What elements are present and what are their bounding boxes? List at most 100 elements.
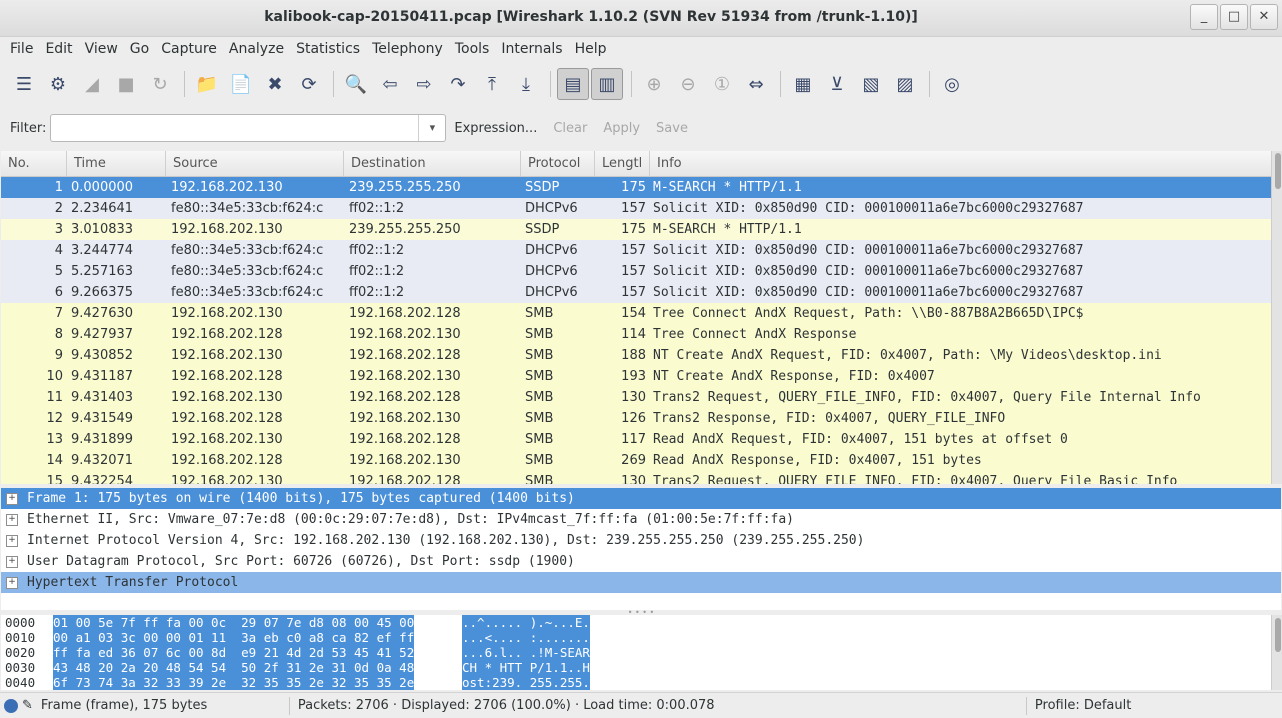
cell-info: Trans2 Response, FID: 0x4007, QUERY_FILE… xyxy=(653,411,1006,426)
table-row[interactable]: 9 9.430852 192.168.202.130 192.168.202.128 S… xyxy=(1,345,1271,366)
zoom-in-icon[interactable]: ⊕ xyxy=(638,68,670,100)
packet-list-scrollbar[interactable] xyxy=(1271,151,1282,484)
expand-icon[interactable]: + xyxy=(6,555,18,568)
menu-view[interactable]: View xyxy=(79,41,124,57)
stop-capture-icon[interactable]: ■ xyxy=(110,68,142,100)
save-button[interactable]: Save xyxy=(656,121,688,136)
colorize-icon[interactable]: ▤ xyxy=(557,68,589,100)
table-row[interactable]: 13 9.431899 192.168.202.130 192.168.202.128… xyxy=(1,429,1271,450)
expand-icon[interactable]: + xyxy=(6,513,18,526)
menu-analyze[interactable]: Analyze xyxy=(223,41,290,57)
reload-icon[interactable]: ⟳ xyxy=(293,68,325,100)
chevron-down-icon[interactable]: ▾ xyxy=(418,115,445,141)
column-length[interactable]: Lengtl xyxy=(595,151,650,176)
tree-item[interactable]: + User Datagram Protocol, Src Port: 60726… xyxy=(1,551,1281,572)
column-info[interactable]: Info xyxy=(650,151,1271,176)
table-row[interactable]: 15 9.432254 192.168.202.130 192.168.202.128… xyxy=(1,471,1271,484)
tree-item[interactable]: + Internet Protocol Version 4, Src: 192.1… xyxy=(1,530,1281,551)
interfaces-icon[interactable]: ☰ xyxy=(8,68,40,100)
scrollbar-thumb[interactable] xyxy=(1275,153,1281,189)
hex-scrollbar[interactable] xyxy=(1271,615,1282,690)
hex-row[interactable]: 0020 ff fa ed 36 07 6c 00 8d e9 21 4d 2d … xyxy=(1,645,1271,660)
go-back-icon[interactable]: ⇦ xyxy=(374,68,406,100)
hex-row[interactable]: 0040 6f 73 74 3a 32 33 39 2e 32 35 35 2e … xyxy=(1,675,1271,690)
close-button[interactable]: ✕ xyxy=(1250,4,1278,30)
menu-go[interactable]: Go xyxy=(124,41,155,57)
cell-protocol: DHCPv6 xyxy=(525,285,578,300)
menu-telephony[interactable]: Telephony xyxy=(366,41,449,57)
table-row[interactable]: 2 2.234641 fe80::34e5:33cb:f624:c ff02::1:2… xyxy=(1,198,1271,219)
column-time[interactable]: Time xyxy=(67,151,166,176)
cell-length: 157 xyxy=(621,201,646,216)
scrollbar-thumb[interactable] xyxy=(1275,618,1281,652)
menu-capture[interactable]: Capture xyxy=(155,41,223,57)
column-no[interactable]: No. xyxy=(1,151,67,176)
table-row[interactable]: 10 9.431187 192.168.202.128 192.168.202.130… xyxy=(1,366,1271,387)
cell-info: Trans2 Request, QUERY_FILE_INFO, FID: 0x… xyxy=(653,390,1201,405)
capture-options-icon[interactable]: ⚙ xyxy=(42,68,74,100)
expand-icon[interactable]: + xyxy=(6,534,18,547)
table-row[interactable]: 5 5.257163 fe80::34e5:33cb:f624:c ff02::1:2… xyxy=(1,261,1271,282)
save-file-icon[interactable]: 📄 xyxy=(225,68,257,100)
hex-row[interactable]: 0000 01 00 5e 7f ff fa 00 0c 29 07 7e d8 … xyxy=(1,615,1271,630)
apply-button[interactable]: Apply xyxy=(603,121,640,136)
start-capture-icon[interactable]: ◢ xyxy=(76,68,108,100)
filter-input[interactable]: ▾ xyxy=(50,114,447,142)
cell-protocol: SMB xyxy=(525,306,554,321)
close-file-icon[interactable]: ✖ xyxy=(259,68,291,100)
column-protocol[interactable]: Protocol xyxy=(521,151,595,176)
table-row[interactable]: 14 9.432071 192.168.202.128 192.168.202.130… xyxy=(1,450,1271,471)
menu-tools[interactable]: Tools xyxy=(449,41,496,57)
go-forward-icon[interactable]: ⇨ xyxy=(408,68,440,100)
table-row[interactable]: 6 9.266375 fe80::34e5:33cb:f624:c ff02::1:2… xyxy=(1,282,1271,303)
menu-internals[interactable]: Internals xyxy=(495,41,568,57)
menu-help[interactable]: Help xyxy=(569,41,613,57)
tree-item[interactable]: + Hypertext Transfer Protocol xyxy=(1,572,1281,593)
find-packet-icon[interactable]: 🔍 xyxy=(340,68,372,100)
expand-icon[interactable]: + xyxy=(6,492,18,505)
table-row[interactable]: 12 9.431549 192.168.202.128 192.168.202.130… xyxy=(1,408,1271,429)
cell-length: 193 xyxy=(621,369,646,384)
cell-source: 192.168.202.130 xyxy=(171,432,283,447)
table-row[interactable]: 4 3.244774 fe80::34e5:33cb:f624:c ff02::1:2… xyxy=(1,240,1271,261)
open-file-icon[interactable]: 📁 xyxy=(191,68,223,100)
resize-columns-icon[interactable]: ⇔ xyxy=(740,68,772,100)
zoom-out-icon[interactable]: ⊖ xyxy=(672,68,704,100)
table-row[interactable]: 11 9.431403 192.168.202.130 192.168.202.128… xyxy=(1,387,1271,408)
tree-item[interactable]: + Frame 1: 175 bytes on wire (1400 bits),… xyxy=(1,488,1281,509)
restart-capture-icon[interactable]: ↻ xyxy=(144,68,176,100)
table-row[interactable]: 1 0.000000 192.168.202.130 239.255.255.250 S… xyxy=(1,177,1271,198)
column-destination[interactable]: Destination xyxy=(344,151,521,176)
packet-bytes: 0000 01 00 5e 7f ff fa 00 0c 29 07 7e d8 … xyxy=(1,615,1271,690)
minimize-button[interactable]: _ xyxy=(1190,4,1218,30)
menu-statistics[interactable]: Statistics xyxy=(290,41,366,57)
status-profile[interactable]: Profile: Default xyxy=(1027,698,1139,713)
menu-edit[interactable]: Edit xyxy=(39,41,78,57)
maximize-button[interactable]: □ xyxy=(1220,4,1248,30)
coloring-rules-icon[interactable]: ▧ xyxy=(855,68,887,100)
clear-button[interactable]: Clear xyxy=(553,121,587,136)
capture-filters-icon[interactable]: ▦ xyxy=(787,68,819,100)
hex-row[interactable]: 0030 43 48 20 2a 20 48 54 54 50 2f 31 2e … xyxy=(1,660,1271,675)
capture-comment-icon[interactable]: ✎ xyxy=(22,698,33,713)
expression-button[interactable]: Expression... xyxy=(454,121,537,136)
preferences-icon[interactable]: ▨ xyxy=(889,68,921,100)
display-filters-icon[interactable]: ⊻ xyxy=(821,68,853,100)
column-source[interactable]: Source xyxy=(166,151,344,176)
first-packet-icon[interactable]: ⤒ xyxy=(476,68,508,100)
menu-file[interactable]: File xyxy=(4,41,39,57)
expand-icon[interactable]: + xyxy=(6,576,18,589)
title-bar: kalibook-cap-20150411.pcap [Wireshark 1.… xyxy=(0,0,1282,37)
hex-row[interactable]: 0010 00 a1 03 3c 00 00 01 11 3a eb c0 a8 … xyxy=(1,630,1271,645)
table-row[interactable]: 3 3.010833 192.168.202.130 239.255.255.250 S… xyxy=(1,219,1271,240)
table-row[interactable]: 7 9.427630 192.168.202.130 192.168.202.128 S… xyxy=(1,303,1271,324)
help-icon[interactable]: ◎ xyxy=(936,68,968,100)
table-row[interactable]: 8 9.427937 192.168.202.128 192.168.202.130 S… xyxy=(1,324,1271,345)
auto-scroll-icon[interactable]: ▥ xyxy=(591,68,623,100)
expert-info-icon[interactable] xyxy=(4,698,18,713)
hex-ascii: ost:239. 255.255. xyxy=(462,675,590,690)
normal-size-icon[interactable]: ① xyxy=(706,68,738,100)
go-to-packet-icon[interactable]: ↷ xyxy=(442,68,474,100)
tree-item[interactable]: + Ethernet II, Src: Vmware_07:7e:d8 (00:0… xyxy=(1,509,1281,530)
last-packet-icon[interactable]: ⤓ xyxy=(510,68,542,100)
